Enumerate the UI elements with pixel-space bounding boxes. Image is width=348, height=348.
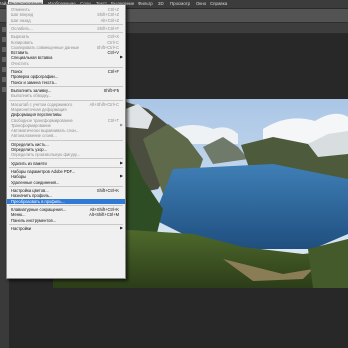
menu-item-label: Автоналожение слоев... (11, 133, 57, 139)
menu-item[interactable]: Удалить из памяти ▶ (7, 161, 125, 166)
menu-separator (9, 32, 123, 34)
menu-item: Выполнить обводку... (7, 93, 125, 98)
menu-3d[interactable]: 3D (158, 0, 164, 8)
menu-help[interactable]: Справка (210, 0, 227, 8)
menu-item-label: Панель инструментов... (11, 217, 57, 223)
menu-item: Ослабить... Shift+Ctrl+F (7, 26, 125, 31)
menu-item[interactable]: Настройки ▶ (7, 226, 125, 231)
menu-filter[interactable]: Фильтр (138, 0, 153, 8)
menu-item: Определить произвольную фигуру... (7, 152, 125, 157)
menu-separator (9, 23, 123, 25)
menu-separator (9, 223, 123, 225)
edit-menu-dropdown: Отменить Ctrl+Z Шаг вперед Shift+Ctrl+Z Шаг … (6, 4, 126, 279)
menu-item-shortcut: Shift+Ctrl+F (97, 25, 119, 31)
submenu-arrow-icon: ▶ (120, 225, 123, 230)
menu-separator (9, 204, 123, 206)
menu-item-label: Преобразовать в профиль... (11, 198, 65, 204)
menu-item-label: Очистить (11, 60, 29, 66)
menu-item[interactable]: Поиск и замена текста... (7, 80, 125, 85)
submenu-arrow-icon: ▶ (120, 160, 123, 165)
menu-item-label: Выполнить обводку... (11, 93, 52, 99)
menu-item[interactable]: Удаленные соединения... (7, 180, 125, 185)
menu-item[interactable]: Панель инструментов... (7, 218, 125, 223)
menu-item-label: Удалить из памяти (11, 160, 47, 166)
menu-view[interactable]: Просмотр (170, 0, 190, 8)
menu-separator (9, 85, 123, 87)
menu-item: Автоналожение слоев... (7, 133, 125, 138)
menu-separator (9, 166, 123, 168)
menu-item-label: Настройки (11, 225, 32, 231)
menu-separator (9, 139, 123, 141)
menu-item-label: Ослабить... (11, 25, 33, 31)
menu-item-label: Поиск и замена текста... (11, 79, 58, 85)
menu-separator (9, 99, 123, 101)
menu-separator (9, 185, 123, 187)
menu-item-label: Определить произвольную фигуру... (11, 152, 80, 158)
menu-window[interactable]: Окно (196, 0, 206, 8)
menu-item: Шаг назад Alt+Ctrl+Z (7, 18, 125, 23)
menu-item: Очистить (7, 61, 125, 66)
menu-item-label: Удаленные соединения... (11, 179, 60, 185)
menu-item[interactable]: Преобразовать в профиль... (7, 198, 125, 204)
menu-item-label: Шаг назад (11, 17, 31, 23)
menu-item-shortcut: Alt+Ctrl+Z (100, 17, 119, 23)
menu-separator (9, 158, 123, 160)
menu-separator (9, 66, 123, 68)
